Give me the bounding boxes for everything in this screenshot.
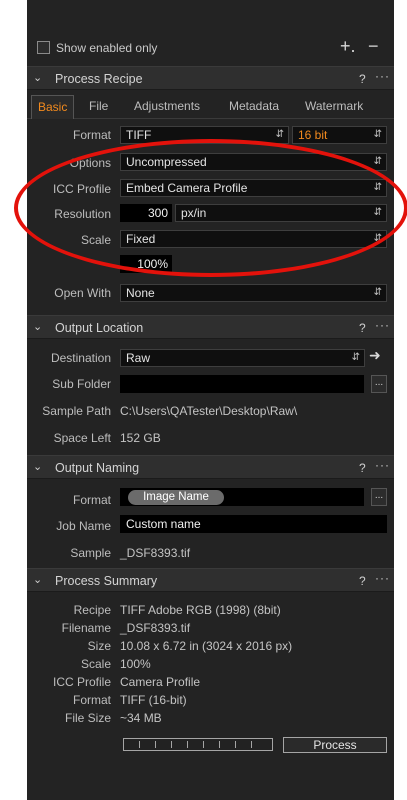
up-down-chevron-icon: ⇵ (275, 129, 284, 140)
process-summary-header[interactable]: ⌄ Process Summary ? ··· (27, 568, 394, 592)
summary-scale-value: 100% (120, 657, 151, 671)
naming-format-browse-button[interactable]: ... (371, 488, 387, 506)
summary-format-label: Format (72, 693, 111, 707)
job-name-input[interactable]: Custom name (120, 515, 387, 533)
help-icon[interactable]: ? (359, 321, 366, 335)
section-title: Process Summary (55, 574, 158, 588)
section-title: Process Recipe (55, 72, 143, 86)
more-icon[interactable]: ··· (375, 571, 390, 585)
space-left-value: 152 GB (120, 431, 161, 445)
show-enabled-label: Show enabled only (56, 41, 158, 55)
options-value: Uncompressed (126, 155, 207, 169)
summary-recipe-label: Recipe (73, 603, 111, 617)
destination-value: Raw (126, 351, 151, 365)
recipe-tabs: Basic File Adjustments Metadata Watermar… (27, 95, 394, 119)
options-select[interactable]: Uncompressed ⇵ (120, 153, 387, 171)
naming-format-label: Format (72, 493, 111, 507)
open-with-label: Open With (54, 286, 111, 300)
summary-size-value: 10.08 x 6.72 in (3024 x 2016 px) (120, 639, 293, 653)
sample-label: Sample (70, 546, 111, 560)
process-panel: Show enabled only +. − ⌄ Process Recipe … (27, 0, 394, 800)
sub-folder-label: Sub Folder (52, 377, 111, 391)
help-icon[interactable]: ? (359, 72, 366, 86)
tab-file[interactable]: File (83, 95, 114, 119)
destination-label: Destination (50, 351, 111, 365)
remove-recipe-button[interactable]: − (368, 36, 379, 57)
summary-icc-label: ICC Profile (52, 675, 111, 689)
options-label: Options (69, 156, 111, 170)
section-title: Output Naming (55, 461, 140, 475)
summary-format-value: TIFF (16-bit) (120, 693, 187, 707)
more-icon[interactable]: ··· (375, 458, 390, 472)
scale-value: Fixed (126, 232, 156, 246)
image-name-token[interactable]: Image Name (128, 490, 224, 505)
bit-depth-select[interactable]: 16 bit ⇵ (292, 126, 387, 144)
progress-bar (123, 738, 273, 751)
tab-metadata[interactable]: Metadata (223, 95, 285, 119)
bit-depth-value: 16 bit (298, 128, 328, 142)
help-icon[interactable]: ? (359, 461, 366, 475)
scale-select[interactable]: Fixed ⇵ (120, 230, 387, 248)
up-down-chevron-icon: ⇵ (373, 233, 382, 244)
tab-adjustments[interactable]: Adjustments (128, 95, 206, 119)
sub-folder-input[interactable] (120, 375, 364, 393)
chevron-down-icon[interactable]: ⌄ (33, 573, 42, 586)
up-down-chevron-icon: ⇵ (373, 207, 382, 218)
summary-filename-label: Filename (61, 621, 111, 635)
resolution-label: Resolution (54, 207, 111, 221)
summary-filesize-value: ~34 MB (120, 711, 162, 725)
summary-filename-value: _DSF8393.tif (120, 621, 191, 635)
more-icon[interactable]: ··· (375, 69, 390, 83)
chevron-down-icon[interactable]: ⌄ (33, 71, 42, 84)
resolution-input[interactable]: 300 (120, 204, 172, 222)
scale-label: Scale (80, 233, 111, 247)
open-with-value: None (126, 286, 155, 300)
tab-watermark[interactable]: Watermark (299, 95, 369, 119)
sample-path-value: C:\Users\QATester\Desktop\Raw\ (120, 404, 298, 418)
summary-scale-label: Scale (80, 657, 111, 671)
sample-path-label: Sample Path (42, 404, 111, 418)
chevron-down-icon[interactable]: ⌄ (33, 460, 42, 473)
scale-percent-input[interactable]: 100% (120, 255, 172, 273)
resolution-unit-select[interactable]: px/in ⇵ (175, 204, 387, 222)
job-name-label: Job Name (56, 519, 111, 533)
help-icon[interactable]: ? (359, 574, 366, 588)
up-down-chevron-icon: ⇵ (373, 129, 382, 140)
process-button[interactable]: Process (283, 737, 387, 753)
icc-profile-value: Embed Camera Profile (126, 181, 248, 195)
up-down-chevron-icon: ⇵ (373, 182, 382, 193)
up-down-chevron-icon: ⇵ (373, 156, 382, 167)
icc-profile-select[interactable]: Embed Camera Profile ⇵ (120, 179, 387, 197)
destination-select[interactable]: Raw ⇵ (120, 349, 365, 367)
add-recipe-button[interactable]: +. (340, 36, 356, 57)
up-down-chevron-icon: ⇵ (351, 352, 360, 363)
show-enabled-checkbox[interactable] (37, 41, 50, 54)
output-location-header[interactable]: ⌄ Output Location ? ··· (27, 315, 394, 339)
process-recipe-header[interactable]: ⌄ Process Recipe ? ··· (27, 66, 394, 90)
tab-basic[interactable]: Basic (31, 95, 75, 119)
summary-filesize-label: File Size (64, 711, 111, 725)
open-with-select[interactable]: None ⇵ (120, 284, 387, 302)
filter-row: Show enabled only +. − (27, 36, 394, 60)
section-title: Output Location (55, 321, 144, 335)
output-naming-header[interactable]: ⌄ Output Naming ? ··· (27, 455, 394, 479)
summary-recipe-value: TIFF Adobe RGB (1998) (8bit) (120, 603, 281, 617)
sample-value: _DSF8393.tif (120, 546, 191, 560)
space-left-label: Space Left (53, 431, 111, 445)
format-value: TIFF (126, 128, 152, 142)
format-label: Format (72, 128, 111, 142)
summary-size-label: Size (87, 639, 111, 653)
format-select[interactable]: TIFF ⇵ (120, 126, 289, 144)
resolution-unit-value: px/in (181, 206, 207, 220)
icc-profile-label: ICC Profile (52, 182, 111, 196)
summary-icc-value: Camera Profile (120, 675, 201, 689)
chevron-down-icon[interactable]: ⌄ (33, 320, 42, 333)
more-icon[interactable]: ··· (375, 318, 390, 332)
arrow-right-icon[interactable]: ➜ (369, 347, 381, 364)
naming-format-input[interactable]: Image Name (120, 488, 364, 506)
up-down-chevron-icon: ⇵ (373, 287, 382, 298)
sub-folder-browse-button[interactable]: ... (371, 375, 387, 393)
